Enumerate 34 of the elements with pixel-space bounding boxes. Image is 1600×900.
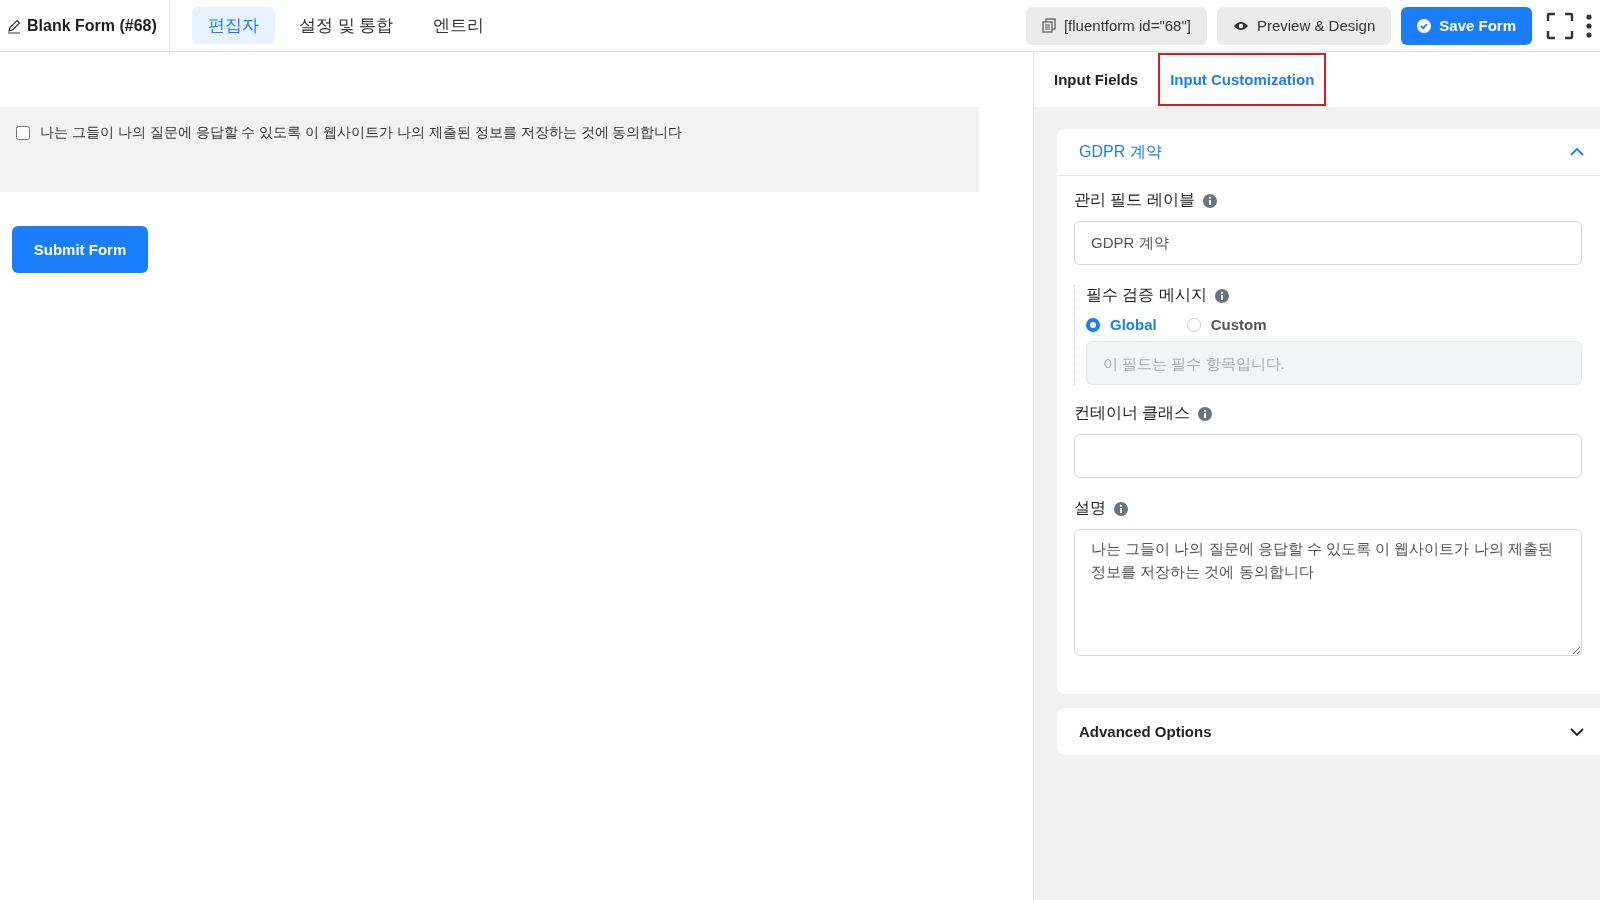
advanced-options-card[interactable]: Advanced Options xyxy=(1057,708,1600,755)
field-label: 필수 검증 메시지 xyxy=(1086,285,1207,305)
info-icon xyxy=(1114,501,1128,516)
radio-label: Custom xyxy=(1210,316,1267,333)
shortcode-button[interactable]: [fluentform id="68"] xyxy=(1025,6,1207,45)
field-label: 관리 필드 레이블 xyxy=(1074,190,1195,210)
submit-button[interactable]: Submit Form xyxy=(12,226,148,273)
sidebar-tab[interactable]: Input Fields xyxy=(1042,53,1151,106)
radio-label: Global xyxy=(1110,316,1157,333)
copy-icon xyxy=(1041,18,1056,33)
text-input: 이 필드는 필수 항목입니다. xyxy=(1086,341,1582,385)
nav-tab[interactable]: 엔트리 xyxy=(417,7,501,44)
section-title: GDPR 계약 xyxy=(1079,141,1162,162)
fullscreen-icon xyxy=(1546,11,1574,40)
check-circle-icon xyxy=(1417,18,1432,33)
checkbox[interactable] xyxy=(16,126,30,140)
info-icon xyxy=(1198,406,1213,421)
pencil-icon xyxy=(6,17,22,34)
field-label: 설명 xyxy=(1074,498,1106,518)
sidebar-tab[interactable]: Input Customization xyxy=(1158,53,1327,106)
info-icon xyxy=(1202,193,1217,208)
form-title: Blank Form (#68) xyxy=(27,16,157,35)
more-icon xyxy=(1586,13,1592,38)
checkbox-label: 나는 그들이 나의 질문에 응답할 수 있도록 이 웹사이트가 나의 제출된 정보를 저장하는 것에 동의합니다 xyxy=(40,124,683,142)
preview-button[interactable]: Preview & Design xyxy=(1216,6,1392,45)
section-title: Advanced Options xyxy=(1079,723,1212,740)
field-label: 컨테이너 클래스 xyxy=(1074,403,1191,423)
save-button[interactable]: Save Form xyxy=(1401,6,1532,45)
eye-icon xyxy=(1232,19,1249,32)
text-input[interactable]: GDPR 계약 xyxy=(1074,221,1582,265)
text-input[interactable] xyxy=(1074,434,1582,478)
description-textarea[interactable]: 나는 그들이 나의 질문에 응답할 수 있도록 이 웹사이트가 나의 제출된 정보를 저장하는 것에 동의합니다 xyxy=(1074,529,1582,656)
info-icon xyxy=(1214,288,1229,303)
nav-tab[interactable]: 설정 및 통합 xyxy=(282,7,410,44)
